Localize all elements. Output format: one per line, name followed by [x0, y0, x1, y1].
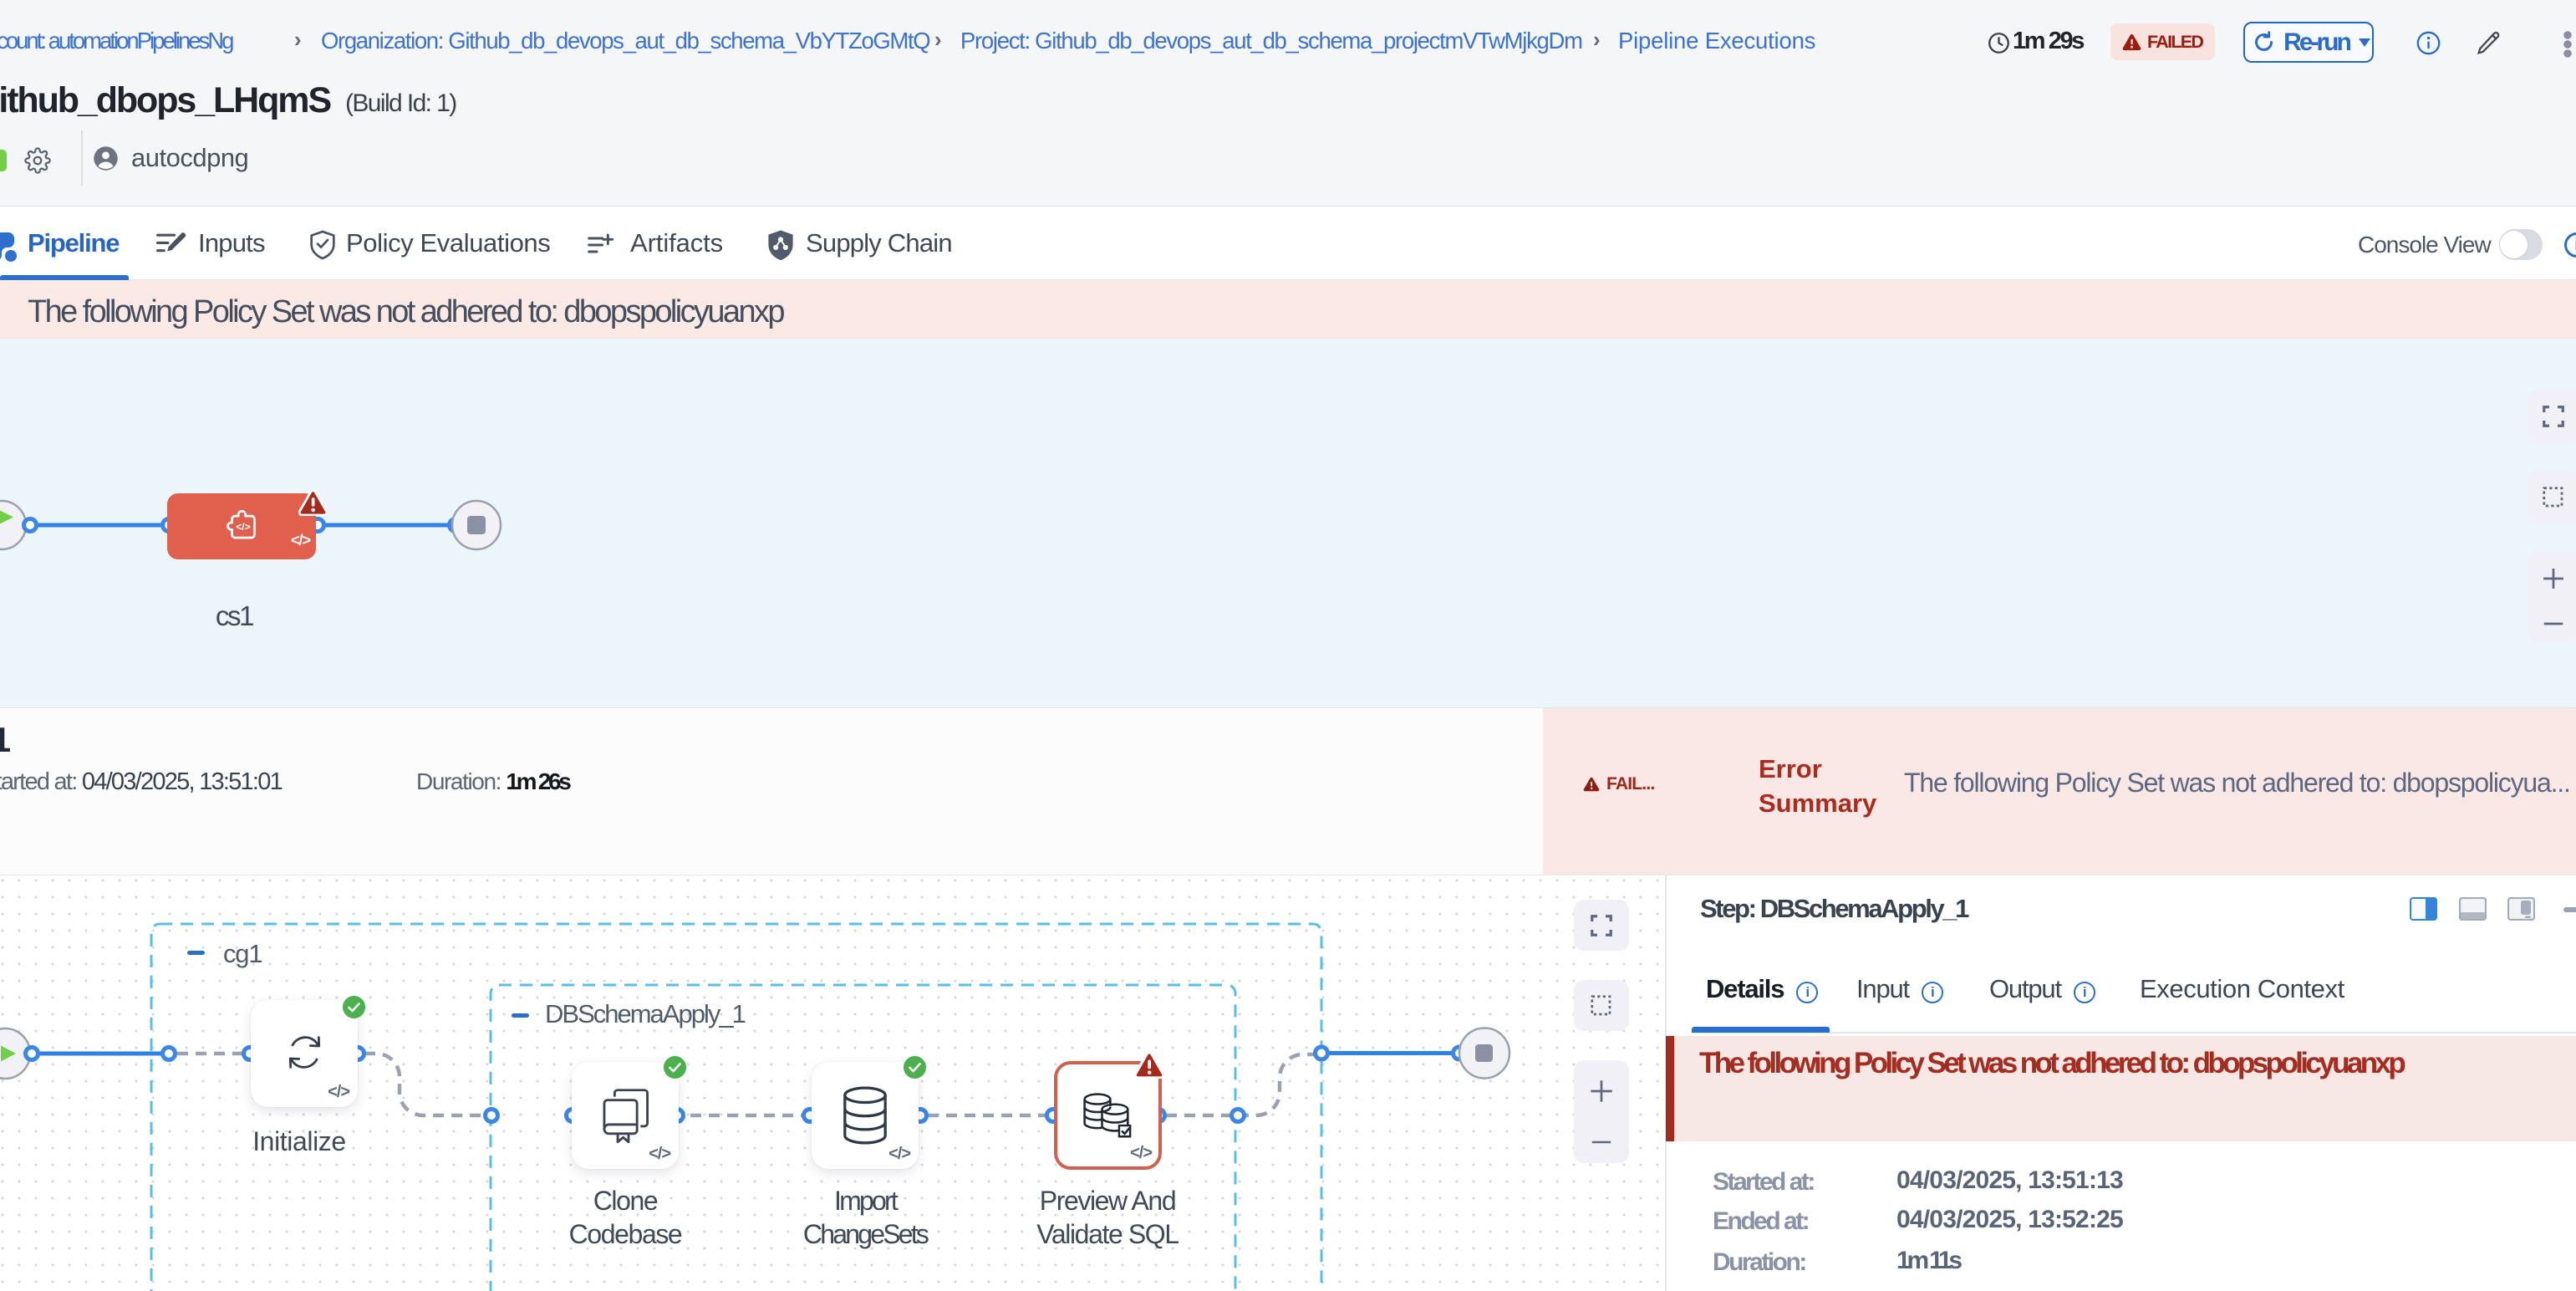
- svg-text:</>: </>: [236, 521, 251, 533]
